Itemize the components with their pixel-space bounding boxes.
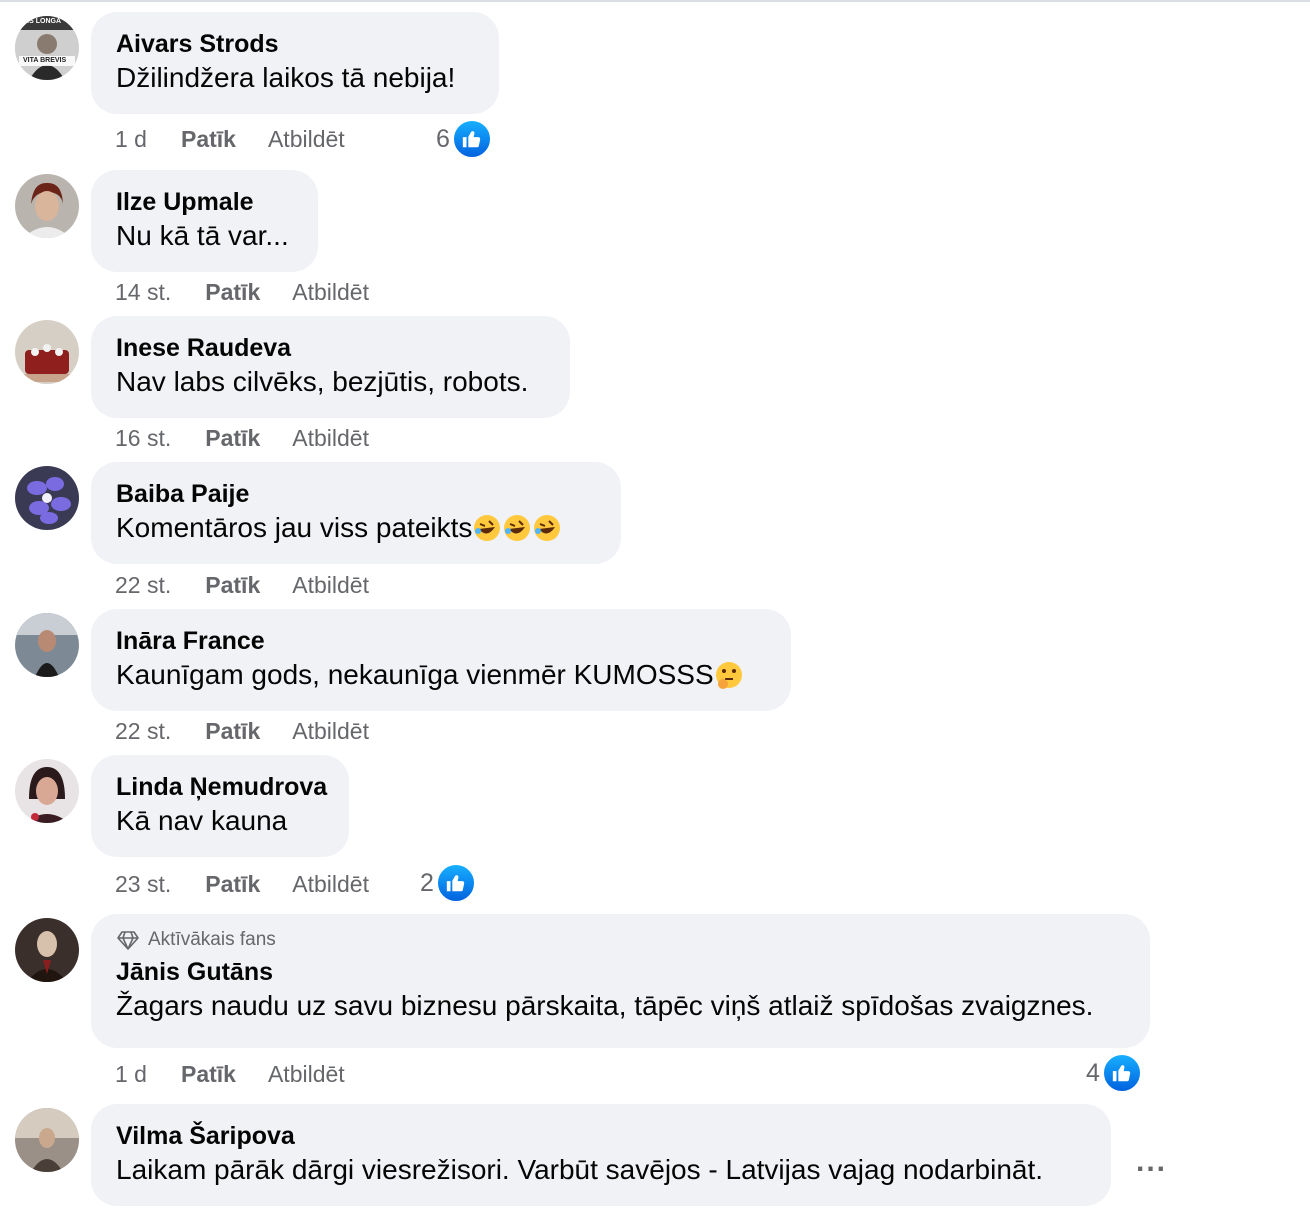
- top-divider: [0, 0, 1310, 2]
- diamond-icon: [117, 931, 139, 950]
- like-button[interactable]: Patīk: [205, 277, 260, 307]
- rolling-laughing-emoji: [474, 515, 501, 541]
- comment-actions: 14 st. Patīk Atbildēt: [115, 277, 369, 307]
- comment-text: Komentāros jau viss pateikts: [116, 510, 597, 546]
- comment-author[interactable]: Vilma Šaripova: [116, 1120, 1087, 1152]
- comment-text: Kaunīgam gods, nekaunīga vienmēr KUMOSSS: [116, 657, 767, 693]
- comment-bubble: Linda Ņemudrova Kā nav kauna: [91, 755, 349, 857]
- comment-text: Laikam pārāk dārgi viesrežisori. Varbūt …: [116, 1154, 1044, 1185]
- like-button[interactable]: Patīk: [181, 124, 236, 154]
- reply-button[interactable]: Atbildēt: [268, 124, 345, 154]
- comment-author[interactable]: Inese Raudeva: [116, 332, 546, 364]
- reaction-summary[interactable]: 4: [1086, 1053, 1142, 1093]
- comment-text-content: Komentāros jau viss pateikts: [116, 512, 473, 543]
- comment-bubble: Aktīvākais fans Jānis Gutāns Žagars naud…: [91, 914, 1150, 1048]
- comment-actions: 16 st. Patīk Atbildēt: [115, 423, 369, 453]
- comment-text: Džilindžera laikos tā nebija!: [116, 62, 456, 93]
- reply-button[interactable]: Atbildēt: [292, 716, 369, 746]
- rolling-laughing-emoji: [504, 515, 531, 541]
- rolling-laughing-emoji: [534, 515, 561, 541]
- reply-button[interactable]: Atbildēt: [292, 277, 369, 307]
- like-button[interactable]: Patīk: [205, 423, 260, 453]
- reply-button[interactable]: Atbildēt: [268, 1059, 345, 1089]
- reply-button[interactable]: Atbildēt: [292, 423, 369, 453]
- avatar[interactable]: [15, 1108, 79, 1172]
- like-button[interactable]: Patīk: [205, 570, 260, 600]
- comment-bubble: Aivars Strods Džilindžera laikos tā nebi…: [91, 12, 499, 114]
- comment-text: Nav labs cilvēks, bezjūtis, robots.: [116, 366, 529, 397]
- top-fan-label: Aktīvākais fans: [148, 929, 276, 950]
- like-button[interactable]: Patīk: [181, 1059, 236, 1089]
- comment-author[interactable]: Ilze Upmale: [116, 186, 294, 218]
- comment-timestamp[interactable]: 1 d: [115, 124, 147, 154]
- comment-bubble: Inese Raudeva Nav labs cilvēks, bezjūtis…: [91, 316, 570, 418]
- comment-author[interactable]: Ināra France: [116, 625, 767, 657]
- reply-button[interactable]: Atbildēt: [292, 570, 369, 600]
- thumbs-up-icon: [451, 119, 492, 159]
- comment-actions: 22 st. Patīk Atbildēt: [115, 716, 369, 746]
- avatar[interactable]: [15, 918, 79, 982]
- reaction-count: 4: [1086, 1058, 1100, 1087]
- comment-timestamp[interactable]: 1 d: [115, 1059, 147, 1089]
- avatar[interactable]: [15, 759, 79, 823]
- avatar[interactable]: [15, 466, 79, 530]
- comment-timestamp[interactable]: 22 st.: [115, 716, 171, 746]
- like-button[interactable]: Patīk: [205, 716, 260, 746]
- reaction-summary[interactable]: 6: [436, 119, 492, 159]
- reaction-count: 2: [420, 868, 434, 897]
- reply-button[interactable]: Atbildēt: [292, 869, 369, 899]
- comment-text: Žagars naudu uz savu biznesu pārskaita, …: [116, 990, 1094, 1021]
- thumbs-up-icon: [1101, 1053, 1142, 1093]
- comment-bubble: Ilze Upmale Nu kā tā var...: [91, 170, 318, 272]
- avatar[interactable]: [15, 613, 79, 677]
- comment-text-content: Kaunīgam gods, nekaunīga vienmēr KUMOSSS: [116, 659, 714, 690]
- avatar[interactable]: [15, 320, 79, 384]
- comment-timestamp[interactable]: 16 st.: [115, 423, 171, 453]
- comment-text: Kā nav kauna: [116, 805, 288, 836]
- like-button[interactable]: Patīk: [205, 869, 260, 899]
- comment-text: Nu kā tā var...: [116, 220, 289, 251]
- comment-timestamp[interactable]: 14 st.: [115, 277, 171, 307]
- comment-author[interactable]: Baiba Paije: [116, 478, 597, 510]
- thumbs-up-icon: [435, 863, 476, 903]
- comment-actions: 23 st. Patīk Atbildēt: [115, 869, 369, 899]
- avatar-text-bottom: VITA BREVIS: [23, 57, 67, 64]
- top-fan-badge: Aktīvākais fans: [116, 928, 1126, 952]
- comment-actions: 1 d Patīk Atbildēt: [115, 124, 345, 154]
- reaction-summary[interactable]: 2: [420, 863, 476, 903]
- comment-bubble: Baiba Paije Komentāros jau viss pateikts: [91, 462, 621, 564]
- comment-author[interactable]: Aivars Strods: [116, 28, 475, 60]
- avatar[interactable]: ARS LONGA VITA BREVIS: [15, 16, 79, 80]
- comment-actions: 1 d Patīk Atbildēt: [115, 1059, 345, 1089]
- comment-timestamp[interactable]: 23 st.: [115, 869, 171, 899]
- comment-author[interactable]: Jānis Gutāns: [116, 956, 1126, 988]
- comment-actions: 22 st. Patīk Atbildēt: [115, 570, 369, 600]
- avatar-text-top: ARS LONGA: [19, 18, 61, 25]
- comment-timestamp[interactable]: 22 st.: [115, 570, 171, 600]
- comment-author[interactable]: Linda Ņemudrova: [116, 771, 327, 803]
- comment-bubble: Vilma Šaripova Laikam pārāk dārgi viesre…: [91, 1104, 1111, 1206]
- avatar[interactable]: [15, 174, 79, 238]
- thinking-emoji: [715, 662, 742, 689]
- comment-bubble: Ināra France Kaunīgam gods, nekaunīga vi…: [91, 609, 791, 711]
- more-options-button[interactable]: ...: [1136, 1145, 1167, 1179]
- reaction-count: 6: [436, 124, 450, 153]
